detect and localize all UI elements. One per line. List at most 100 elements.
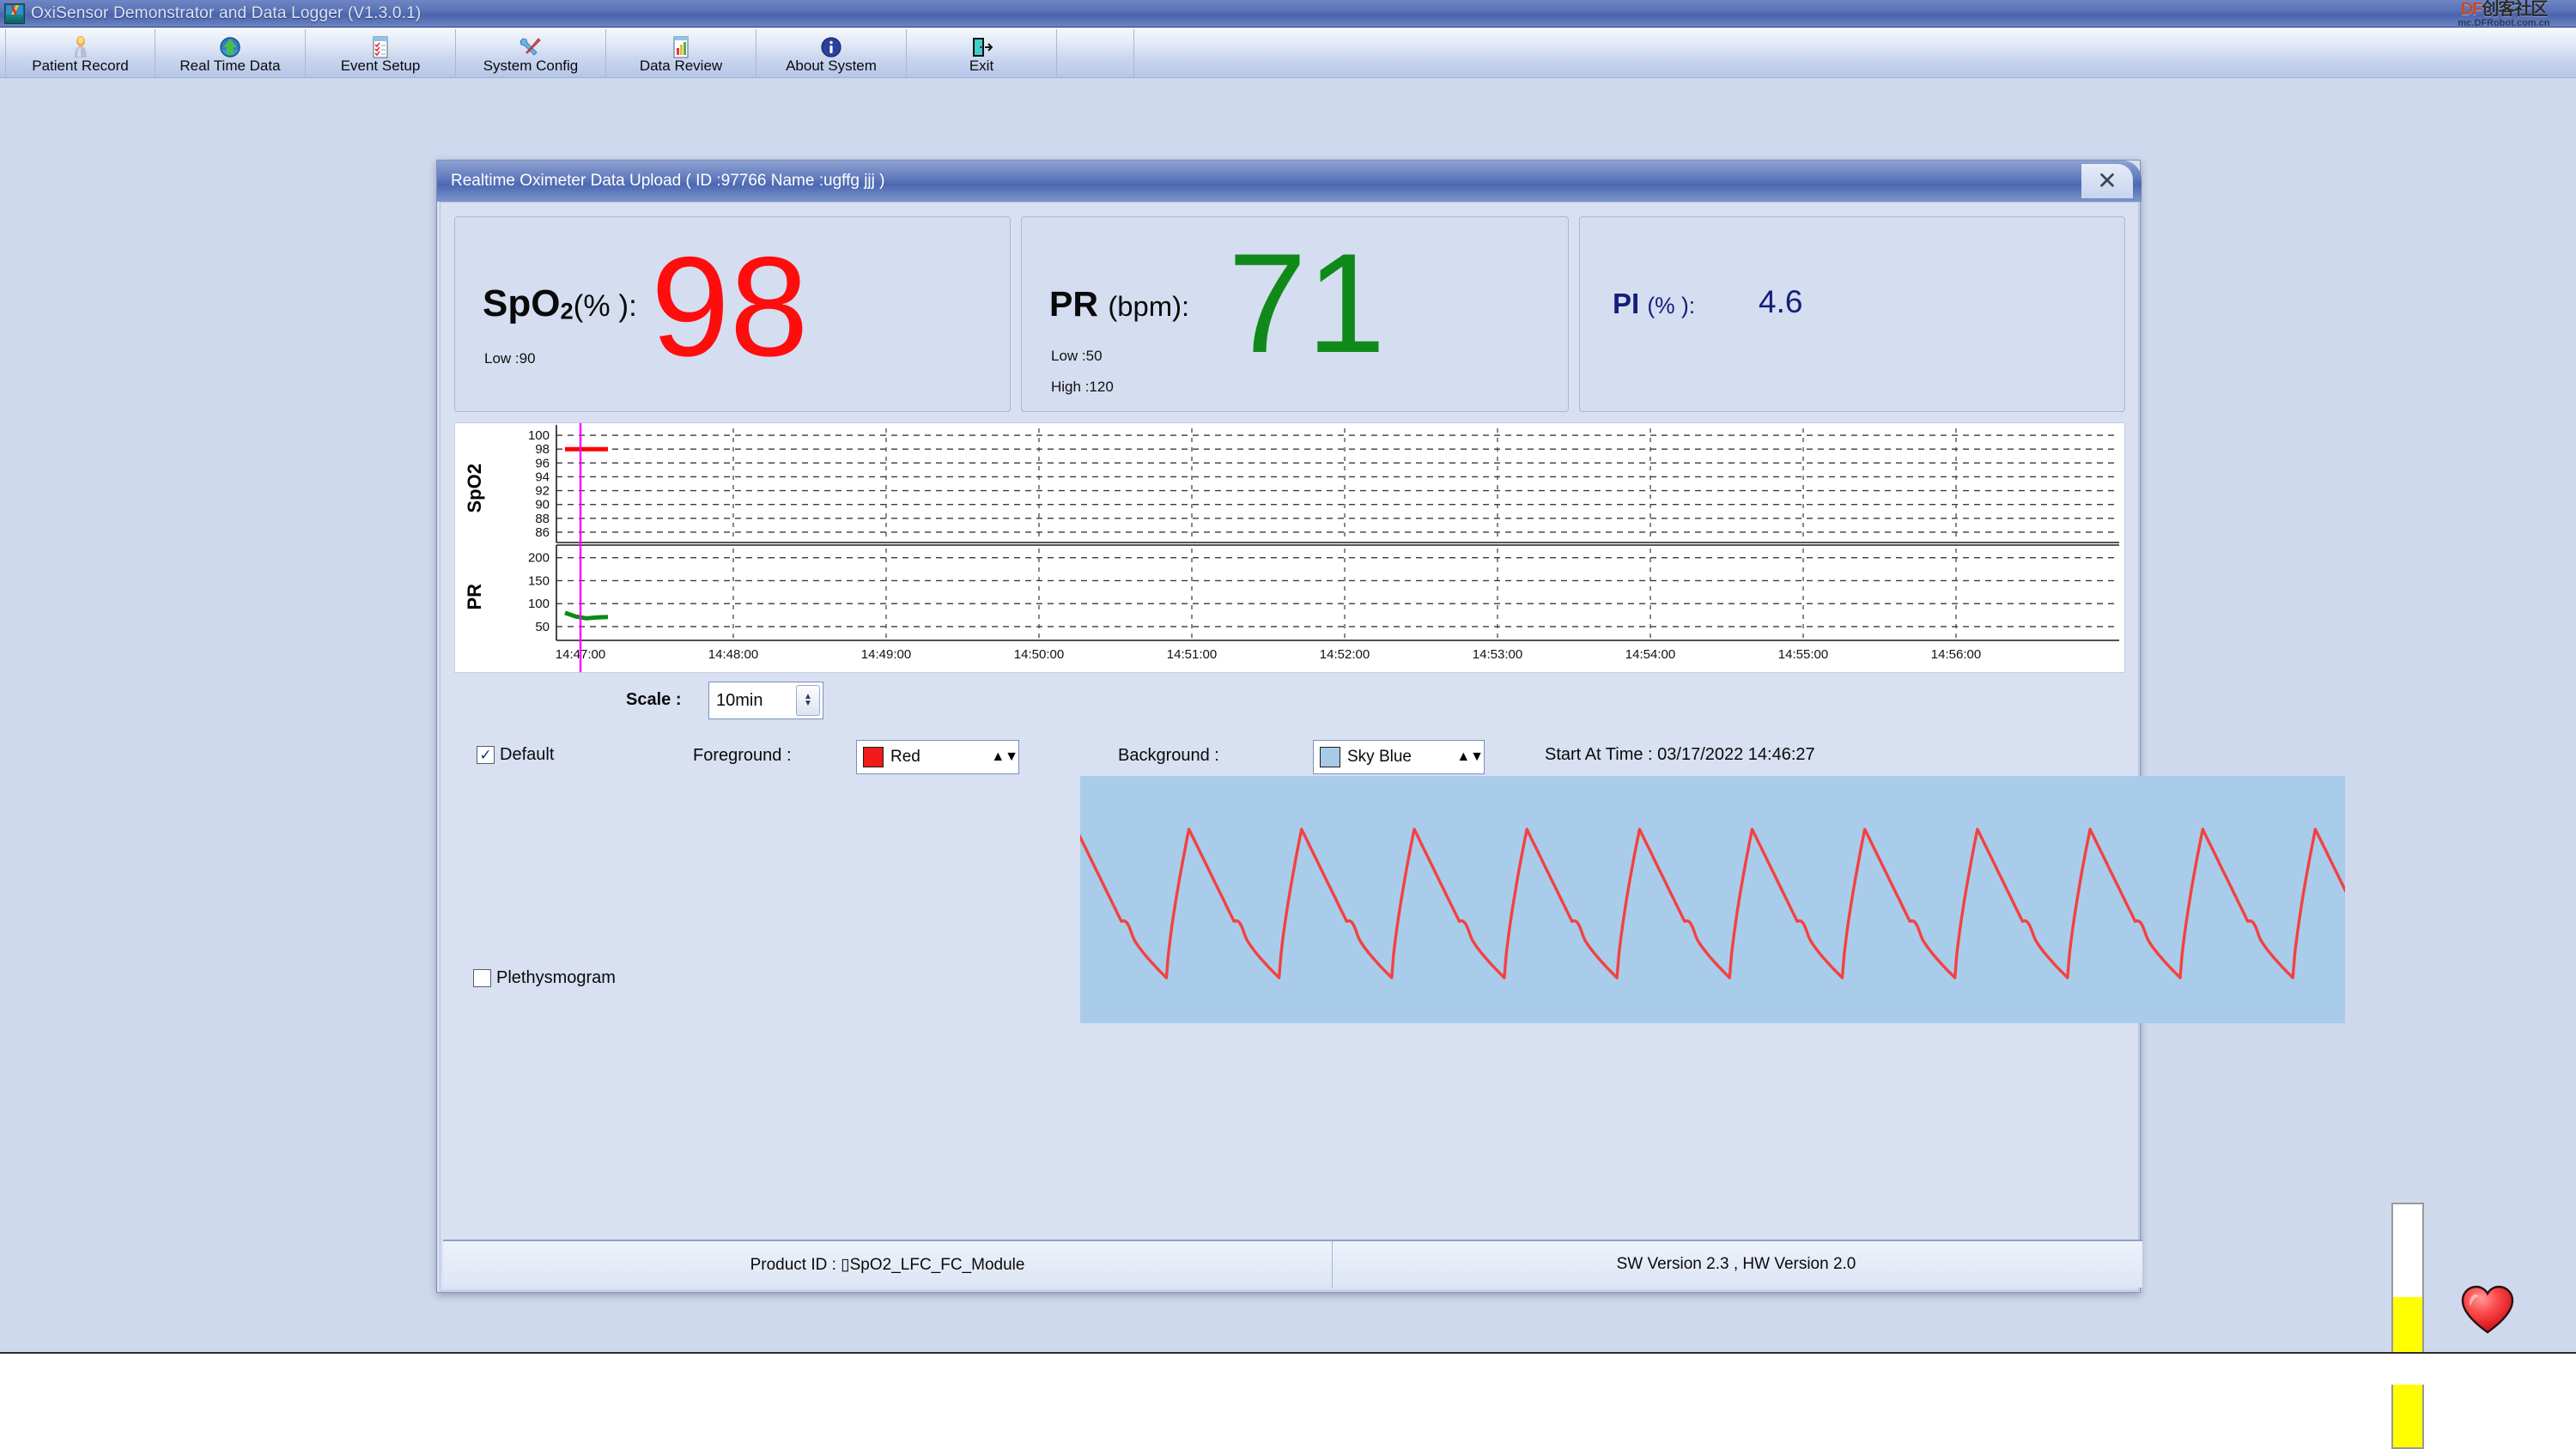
toolbar-button-event-setup[interactable]: Event Setup: [306, 29, 456, 77]
svg-text:88: 88: [535, 512, 550, 526]
bottom-strip: [0, 1352, 2576, 1385]
watermark: DF创客社区 mc.DFRobot.com.cn: [2439, 1, 2569, 32]
toolbar-label: System Config: [483, 58, 579, 75]
app-logo-icon: [4, 3, 25, 24]
toolbar-button-patient-record[interactable]: Patient Record: [5, 29, 155, 77]
toolbar-button-exit[interactable]: Exit: [907, 29, 1057, 77]
svg-text:14:48:00: 14:48:00: [708, 647, 758, 662]
pi-readout-panel: PI (% ): 4.6: [1579, 216, 2125, 412]
person-icon: [71, 36, 90, 58]
default-checkbox[interactable]: ✓ Default: [477, 745, 554, 765]
svg-text:14:52:00: 14:52:00: [1320, 647, 1370, 662]
background-color-value: Sky Blue: [1347, 748, 1412, 766]
toolbar-label: Event Setup: [340, 58, 421, 75]
pr-value: 71: [1228, 224, 1386, 382]
close-icon[interactable]: ✕: [2081, 164, 2133, 198]
toolbar-button-system-config[interactable]: System Config: [456, 29, 606, 77]
toolbar-spacer: [1057, 29, 1134, 77]
spo2-low-limit: Low :90: [484, 350, 536, 367]
trend-chart-svg: 10098969492908886SpO220015010050PR14:47:…: [464, 423, 2119, 672]
toolbar-button-about-system[interactable]: About System: [756, 29, 907, 77]
checklist-icon: [371, 36, 390, 58]
svg-text:86: 86: [535, 525, 550, 540]
pi-label: PI (% ):: [1613, 288, 1696, 319]
background-label: Background :: [1118, 746, 1219, 765]
chevron-updown-icon[interactable]: ▲▼: [1456, 749, 1484, 765]
background-color-swatch: [1320, 747, 1340, 767]
pr-label: PR (bpm):: [1049, 284, 1190, 324]
toolbar-label: Real Time Data: [179, 58, 281, 75]
plethysmogram-checkbox[interactable]: Plethysmogram: [473, 968, 616, 988]
svg-text:14:56:00: 14:56:00: [1931, 647, 1981, 662]
svg-text:50: 50: [535, 620, 550, 634]
svg-text:14:54:00: 14:54:00: [1625, 647, 1675, 662]
scale-value: 10min: [716, 690, 763, 710]
scale-control-row: Scale : 10min ▲ ▼: [454, 680, 969, 723]
svg-text:14:55:00: 14:55:00: [1778, 647, 1828, 662]
checkbox-box: [473, 969, 491, 987]
globe-arrow-icon: [219, 36, 241, 58]
svg-text:PR: PR: [464, 584, 485, 610]
svg-text:SpO2: SpO2: [464, 464, 485, 512]
signal-strength-bar: [2391, 1203, 2424, 1449]
window-title-bar: OxiSensor Demonstrator and Data Logger (…: [0, 0, 2576, 28]
foreground-color-value: Red: [890, 748, 920, 766]
spo2-label: SpO2(% ):: [483, 282, 637, 324]
svg-text:14:50:00: 14:50:00: [1014, 647, 1064, 662]
toolbar-label: About System: [786, 58, 877, 75]
dialog-body: SpO2(% ): 98 Low :90 PR (bpm): 71 Low :5…: [440, 202, 2514, 1449]
chevron-updown-icon[interactable]: ▲▼: [796, 685, 820, 716]
heart-icon: [2461, 1285, 2514, 1335]
background-color-select[interactable]: Sky Blue ▲▼: [1313, 740, 1485, 774]
checkbox-label: Plethysmogram: [496, 968, 616, 987]
product-id-text: Product ID : ▯SpO2_LFC_FC_Module: [443, 1241, 1333, 1288]
toolbar-label: Data Review: [639, 58, 723, 75]
foreground-label: Foreground :: [693, 746, 792, 765]
svg-text:200: 200: [528, 551, 550, 566]
plethysmogram-svg: [1080, 776, 2345, 1023]
pi-value: 4.6: [1759, 284, 1803, 319]
watermark-brand: DF创客社区: [2460, 0, 2549, 19]
dialog-title: Realtime Oximeter Data Upload ( ID :9776…: [451, 172, 885, 190]
chevron-updown-icon[interactable]: ▲▼: [991, 749, 1018, 765]
realtime-upload-dialog: Realtime Oximeter Data Upload ( ID :9776…: [436, 160, 2514, 1449]
foreground-color-select[interactable]: Red ▲▼: [856, 740, 1019, 774]
dialog-title-bar: Realtime Oximeter Data Upload ( ID :9776…: [437, 161, 2142, 202]
bar-chart-document-icon: [671, 36, 690, 58]
watermark-url: mc.DFRobot.com.cn: [2458, 18, 2550, 28]
toolbar-button-data-review[interactable]: Data Review: [606, 29, 756, 77]
svg-text:150: 150: [528, 573, 550, 588]
main-toolbar: Patient Record Real Time Data Event Setu…: [0, 28, 2576, 78]
trend-chart[interactable]: 10098969492908886SpO220015010050PR14:47:…: [454, 422, 2125, 673]
pr-readout-panel: PR (bpm): 71 Low :50 High :120: [1021, 216, 1569, 412]
scale-label: Scale :: [626, 690, 682, 709]
info-circle-icon: [821, 36, 841, 58]
application-window: OxiSensor Demonstrator and Data Logger (…: [0, 0, 2576, 1449]
scale-input[interactable]: 10min ▲ ▼: [708, 682, 823, 719]
svg-text:14:51:00: 14:51:00: [1167, 647, 1217, 662]
spo2-value: 98: [651, 227, 809, 385]
wrench-screwdriver-icon: [519, 36, 542, 58]
desktop-area: Realtime Oximeter Data Upload ( ID :9776…: [0, 78, 2576, 1449]
pr-low-limit: Low :50: [1051, 348, 1103, 364]
exit-door-icon: [970, 36, 993, 58]
pr-high-limit: High :120: [1051, 379, 1114, 395]
version-text: SW Version 2.3 , HW Version 2.0: [1616, 1255, 1856, 1273]
svg-text:100: 100: [528, 597, 550, 611]
checkbox-box: ✓: [477, 746, 495, 764]
spo2-readout-panel: SpO2(% ): 98 Low :90: [454, 216, 1011, 412]
app-title: OxiSensor Demonstrator and Data Logger (…: [31, 3, 422, 22]
svg-text:98: 98: [535, 442, 550, 457]
plethysmogram-waveform: [1080, 776, 2345, 1023]
svg-text:14:53:00: 14:53:00: [1473, 647, 1522, 662]
dialog-footer: Product ID : ▯SpO2_LFC_FC_Module SW Vers…: [443, 1240, 2142, 1288]
svg-text:90: 90: [535, 498, 550, 512]
toolbar-button-real-time-data[interactable]: Real Time Data: [155, 29, 306, 77]
display-options-row: ✓ Default Foreground : Red ▲▼ Background…: [454, 735, 2125, 987]
start-at-time: Start At Time : 03/17/2022 14:46:27: [1545, 745, 1815, 764]
svg-text:100: 100: [528, 428, 550, 443]
checkbox-label: Default: [500, 745, 555, 764]
svg-text:94: 94: [535, 470, 550, 484]
foreground-color-swatch: [863, 747, 884, 767]
svg-text:92: 92: [535, 484, 550, 499]
